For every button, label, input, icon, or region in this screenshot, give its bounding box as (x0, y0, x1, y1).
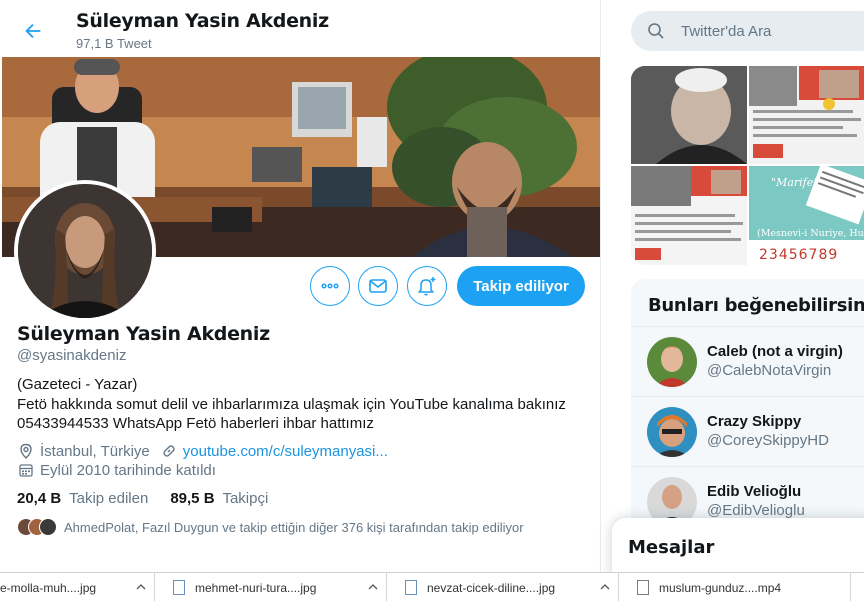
download-item[interactable]: e-molla-muh....jpg (0, 573, 155, 601)
media-quote-source: (Mesnevi-i Nuriye, Hubâb) (757, 228, 864, 239)
chevron-up-icon (136, 584, 146, 590)
video-file-icon (637, 580, 649, 595)
suggested-user-name: Caleb (not a virgin) (707, 343, 843, 360)
messages-title: Mesajlar (628, 537, 715, 558)
followed-by-text: AhmedPolat, Fazıl Duygun ve takip ettiği… (64, 519, 524, 535)
profile-name: Süleyman Yasin Akdeniz (17, 323, 270, 345)
suggested-user-name: Edib Velioğlu (707, 483, 802, 500)
profile-stats: 20,4 B Takip edilen 89,5 B Takipçi (17, 490, 268, 507)
profile-joined-date: Eylül 2010 tarihinde katıldı (40, 461, 216, 479)
download-filename: muslum-gunduz....mp4 (659, 580, 782, 595)
who-to-follow-title: Bunları beğenebilirsin (648, 295, 864, 316)
following-button[interactable]: Takip ediliyor (457, 266, 585, 306)
avatar (647, 407, 697, 457)
media-thumbnail[interactable] (631, 166, 747, 265)
profile-bio: (Gazeteci - Yazar) Fetö hakkında somut d… (17, 375, 592, 434)
download-filename: e-molla-muh....jpg (0, 580, 97, 595)
search-icon (648, 23, 664, 39)
followers-link[interactable]: 89,5 B Takipçi (170, 490, 268, 507)
media-grid: "Marifet (Mesnevi-i Nuriye, Hubâb) 23456… (631, 66, 864, 265)
file-icon (173, 580, 185, 595)
media-digits: 23456789 (759, 247, 838, 263)
location-icon (17, 442, 35, 460)
download-item[interactable]: mehmet-nuri-tura....jpg (155, 573, 387, 601)
following-label: Takip edilen (69, 490, 149, 507)
avatar (39, 518, 57, 536)
back-button[interactable] (14, 12, 52, 50)
header-tweet-count: 97,1 B Tweet (76, 36, 152, 51)
media-thumbnail[interactable]: "Marifet (Mesnevi-i Nuriye, Hubâb) 23456… (749, 166, 864, 265)
download-filename: mehmet-nuri-tura....jpg (195, 580, 317, 595)
message-button[interactable] (358, 266, 398, 306)
download-bar: e-molla-muh....jpg mehmet-nuri-tura....j… (0, 572, 864, 601)
followers-label: Takipçi (222, 490, 269, 507)
bio-line: (Gazeteci - Yazar) (17, 376, 138, 393)
suggested-user-name: Crazy Skippy (707, 413, 802, 430)
profile-location: İstanbul, Türkiye (40, 442, 150, 460)
arrow-left-icon (25, 23, 41, 39)
messages-drawer[interactable]: Mesajlar (612, 518, 864, 578)
suggested-user-handle: @CalebNotaVirgin (707, 362, 832, 379)
profile-website-link[interactable]: youtube.com/c/suleymanyasi... (183, 443, 388, 460)
bell-plus-icon (418, 277, 436, 296)
envelope-icon (369, 279, 387, 293)
header-title: Süleyman Yasin Akdeniz (76, 10, 329, 32)
media-thumbnail[interactable] (749, 66, 864, 164)
followers-count: 89,5 B (170, 490, 215, 507)
chevron-up-icon (368, 584, 378, 590)
avatar-image (18, 184, 152, 318)
profile-handle: @syasinakdeniz (17, 347, 127, 364)
suggested-user-handle: @EdibVelioglu (707, 502, 805, 519)
notifications-button[interactable] (407, 266, 447, 306)
link-icon (160, 442, 178, 460)
profile-column: Süleyman Yasin Akdeniz 97,1 B Tweet Taki… (0, 0, 601, 572)
following-link[interactable]: 20,4 B Takip edilen (17, 490, 148, 507)
bio-line: Fetö hakkında somut delil ve ihbarlarımı… (17, 395, 566, 413)
more-icon (321, 283, 339, 289)
calendar-icon (17, 461, 35, 479)
list-item[interactable]: Crazy Skippy @CoreySkippyHD (631, 396, 864, 466)
search-placeholder: Twitter'da Ara (681, 22, 772, 40)
download-item[interactable]: muslum-gunduz....mp4 (619, 573, 851, 601)
more-options-button[interactable] (310, 266, 350, 306)
following-count: 20,4 B (17, 490, 62, 507)
media-thumbnail[interactable] (631, 66, 747, 164)
profile-joined-row: Eylül 2010 tarihinde katıldı (17, 461, 216, 479)
suggested-user-handle: @CoreySkippyHD (707, 432, 829, 449)
followed-by-row[interactable]: AhmedPolat, Fazıl Duygun ve takip ettiği… (17, 518, 524, 536)
download-filename: nevzat-cicek-diline....jpg (427, 580, 556, 595)
list-item[interactable]: Caleb (not a virgin) @CalebNotaVirgin (631, 326, 864, 396)
file-icon (405, 580, 417, 595)
chevron-up-icon (600, 584, 610, 590)
profile-header-bar: Süleyman Yasin Akdeniz 97,1 B Tweet (0, 0, 600, 57)
profile-avatar[interactable] (14, 180, 156, 322)
search-input[interactable]: Twitter'da Ara (631, 11, 864, 51)
avatar (647, 337, 697, 387)
download-item[interactable]: nevzat-cicek-diline....jpg (387, 573, 619, 601)
media-quote-text: "Marifet (771, 176, 818, 189)
profile-meta-row: İstanbul, Türkiye youtube.com/c/suleyman… (17, 442, 388, 460)
bio-line: 05433944533 WhatsApp Fetö haberleri ihba… (17, 415, 374, 432)
sidebar: Twitter'da Ara "Marifet (Mesnevi-i Nuriy… (601, 0, 864, 572)
